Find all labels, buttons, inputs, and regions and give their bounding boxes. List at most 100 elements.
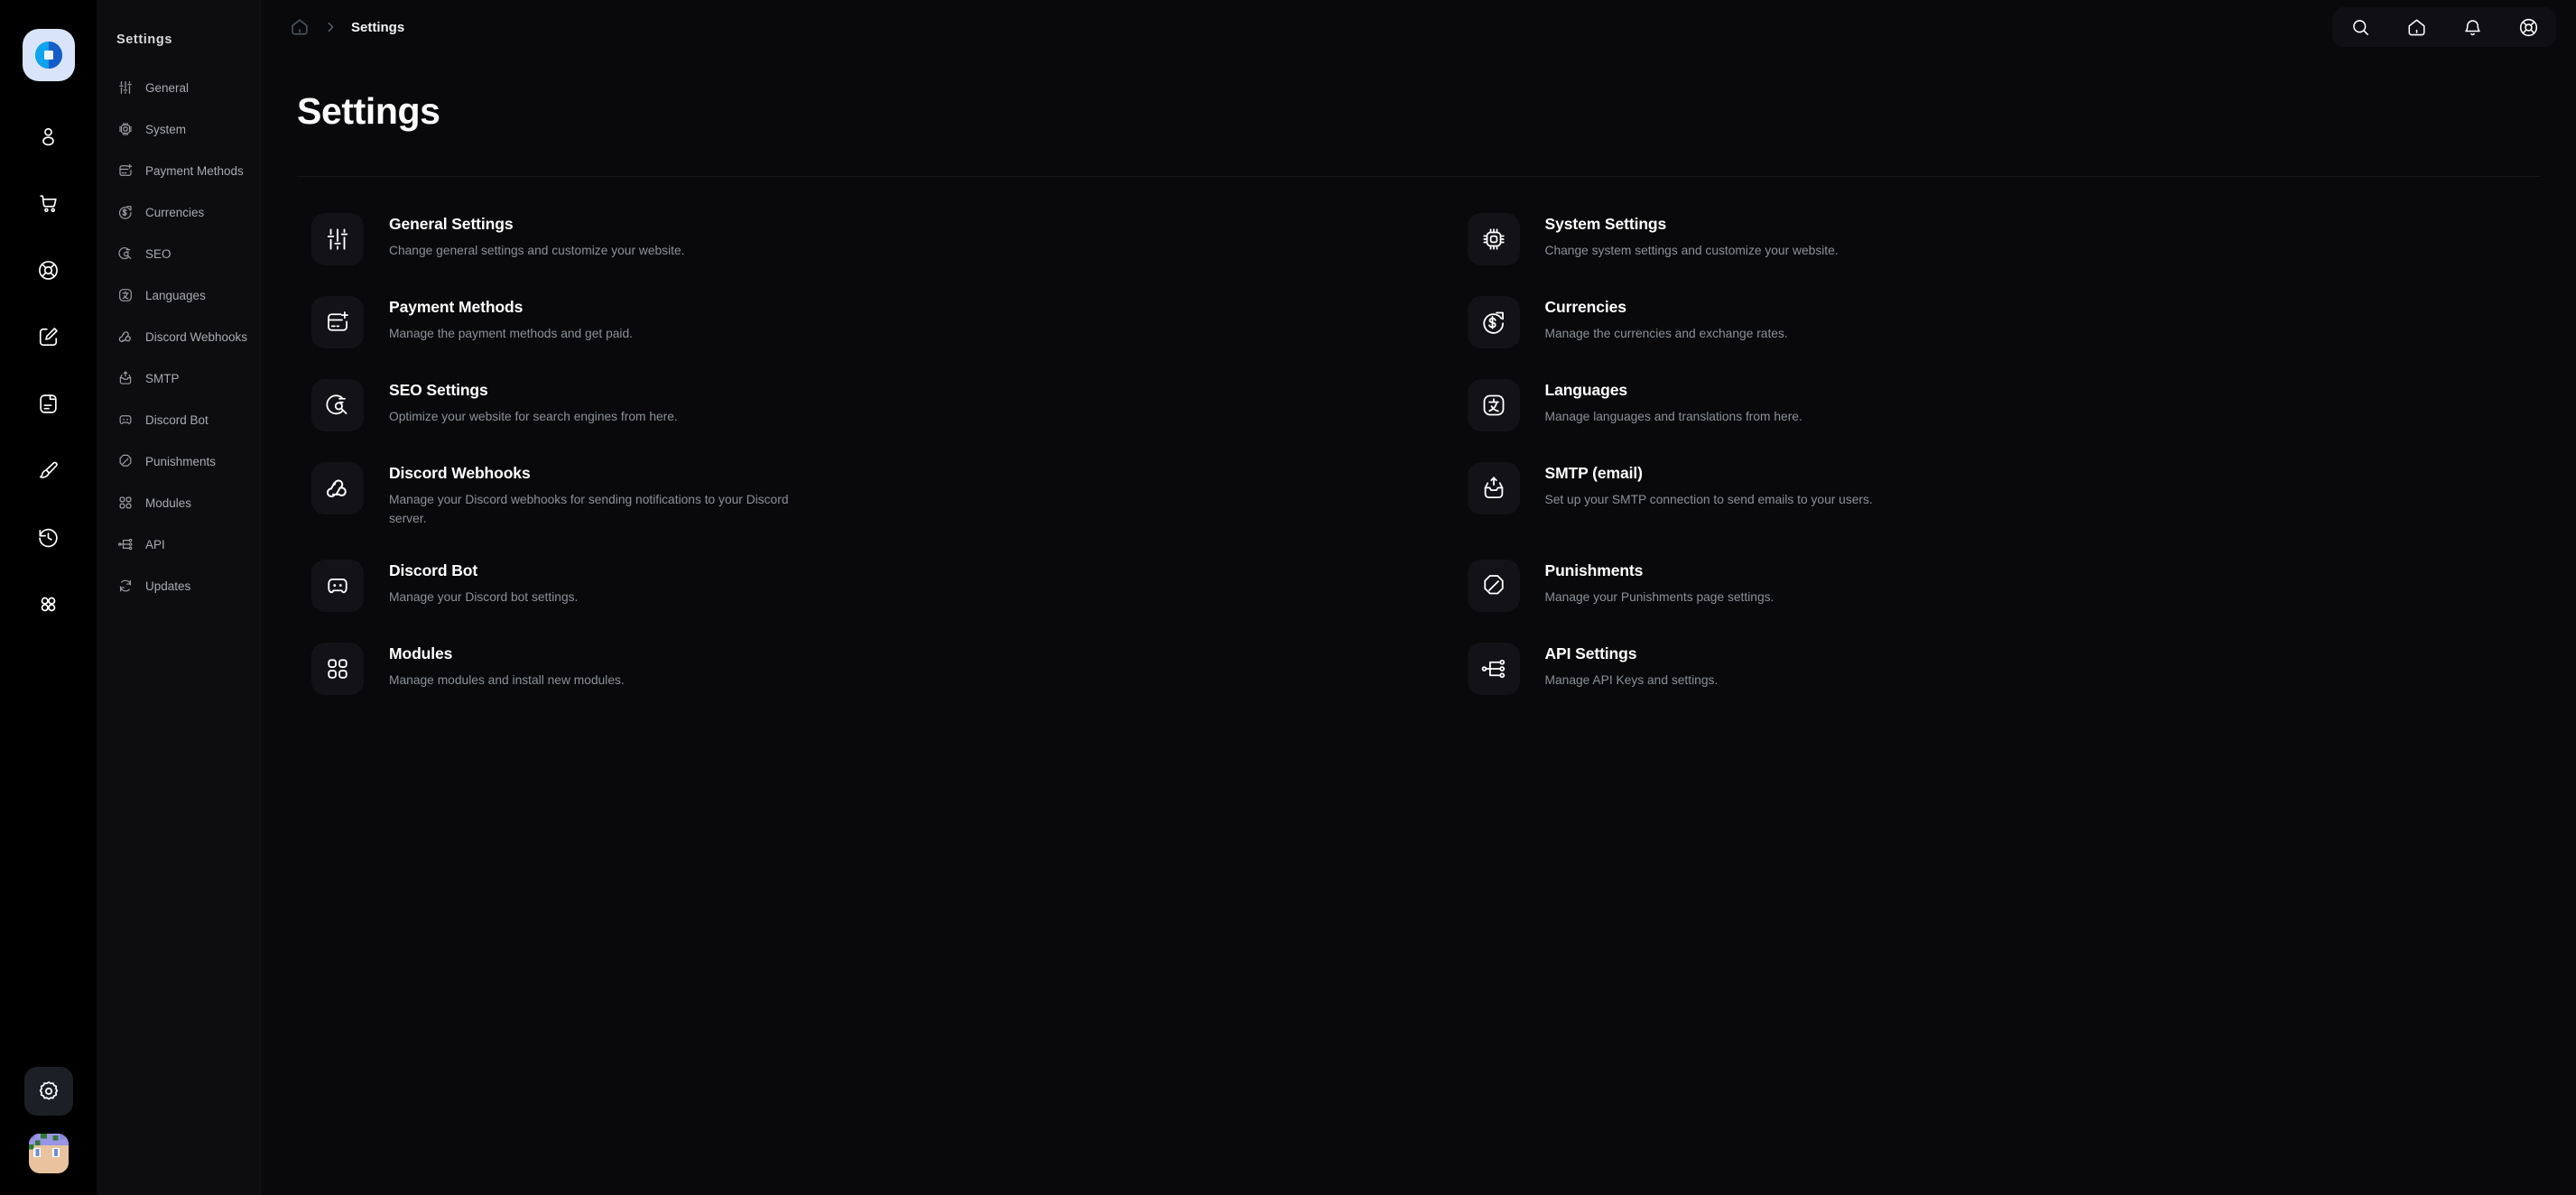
app-logo[interactable]	[22, 29, 75, 81]
sidebar-item-label: Payment Methods	[145, 163, 244, 178]
discord-bot-icon	[311, 559, 364, 612]
card-title: Discord Webhooks	[389, 464, 531, 482]
card-body: General Settings Change general settings…	[389, 211, 684, 261]
card-discord-webhooks[interactable]: Discord Webhooks Manage your Discord web…	[299, 446, 1374, 543]
card-general-settings[interactable]: General Settings Change general settings…	[299, 197, 1374, 280]
rail-item-history[interactable]	[24, 513, 73, 561]
webhook-icon	[116, 329, 134, 346]
sidebar-item-system[interactable]: System	[97, 108, 260, 150]
sidebar-item-discord-bot[interactable]: Discord Bot	[97, 399, 260, 440]
sidebar-item-discord-webhooks[interactable]: Discord Webhooks	[97, 316, 260, 357]
card-api-settings[interactable]: API Settings Manage API Keys and setting…	[1455, 626, 2530, 709]
rail-item-settings[interactable]	[23, 1067, 73, 1116]
card-smtp[interactable]: SMTP (email) Set up your SMTP connection…	[1455, 446, 2530, 543]
rail-item-pages[interactable]	[24, 379, 73, 428]
sidebar-item-seo[interactable]: SEO	[97, 233, 260, 274]
rail-bottom	[0, 1067, 97, 1173]
seo-search-icon	[116, 245, 134, 263]
card-modules[interactable]: Modules Manage modules and install new m…	[299, 626, 1374, 709]
card-description: Manage your Discord bot settings.	[389, 589, 579, 604]
rail-items	[24, 112, 73, 628]
discord-bot-icon	[116, 412, 134, 429]
breadcrumb: Settings	[290, 17, 404, 37]
search-icon[interactable]	[2349, 15, 2372, 39]
rail-item-editor[interactable]	[24, 312, 73, 361]
sidebar-item-payment-methods[interactable]: Payment Methods	[97, 150, 260, 191]
card-description: Manage your Discord webhooks for sending…	[389, 493, 789, 525]
settings-card-grid: General Settings Change general settings…	[261, 177, 2576, 709]
home-icon[interactable]	[2405, 15, 2428, 39]
breadcrumb-current[interactable]: Settings	[351, 20, 404, 35]
avatar[interactable]	[28, 1134, 69, 1173]
sidebar-item-punishments[interactable]: Punishments	[97, 440, 260, 482]
history-clock-icon	[37, 526, 60, 549]
seo-search-icon	[311, 379, 364, 431]
sidebar-item-smtp[interactable]: SMTP	[97, 357, 260, 399]
card-title: Discord Bot	[389, 560, 478, 579]
bell-icon[interactable]	[2460, 15, 2484, 39]
sidebar-item-label: SEO	[145, 246, 171, 261]
sidebar-item-api[interactable]: API	[97, 523, 260, 565]
card-plus-icon	[311, 296, 364, 348]
sidebar-item-label: Punishments	[145, 454, 217, 468]
home-icon[interactable]	[290, 17, 310, 37]
sidebar-item-label: API	[145, 537, 165, 551]
card-seo-settings[interactable]: SEO Settings Optimize your website for s…	[299, 363, 1374, 446]
sidebar-item-modules[interactable]: Modules	[97, 482, 260, 523]
card-languages[interactable]: Languages Manage languages and translati…	[1455, 363, 2530, 446]
card-body: Payment Methods Manage the payment metho…	[389, 294, 633, 344]
dollar-trend-icon	[1467, 296, 1520, 348]
card-payment-methods[interactable]: Payment Methods Manage the payment metho…	[299, 280, 1374, 363]
language-icon	[1467, 379, 1520, 431]
card-body: Languages Manage languages and translati…	[1545, 377, 1802, 427]
sliders-icon	[116, 79, 134, 97]
card-punishments[interactable]: Punishments Manage your Punishments page…	[1455, 543, 2530, 626]
sidebar-item-label: System	[145, 122, 187, 136]
sidebar-item-currencies[interactable]: Currencies	[97, 191, 260, 233]
card-description: Manage languages and translations from h…	[1544, 410, 1802, 423]
card-description: Manage the currencies and exchange rates…	[1544, 327, 1788, 340]
card-title: Payment Methods	[389, 298, 524, 316]
card-system-settings[interactable]: System Settings Change system settings a…	[1455, 197, 2530, 280]
rail-item-apps[interactable]	[24, 579, 73, 628]
cpu-chip-icon	[116, 121, 134, 138]
rail-item-support[interactable]	[24, 245, 73, 294]
lifebuoy-icon[interactable]	[2516, 15, 2540, 39]
card-title: System Settings	[1544, 215, 1667, 233]
dollar-trend-icon	[116, 204, 134, 221]
rail-item-user[interactable]	[24, 112, 73, 161]
sidebar-item-label: Discord Bot	[145, 412, 208, 427]
card-title: Modules	[389, 644, 453, 662]
rail-item-appearance[interactable]	[24, 446, 73, 495]
card-title: API Settings	[1544, 644, 1637, 662]
edit-pencil-icon	[37, 326, 60, 348]
page-title: Settings	[297, 90, 440, 132]
card-body: Discord Bot Manage your Discord bot sett…	[389, 558, 578, 607]
cpu-chip-icon	[1467, 213, 1520, 265]
outbox-icon	[116, 370, 134, 387]
card-description: Manage your Punishments page settings.	[1544, 589, 1774, 604]
card-title: General Settings	[389, 215, 514, 233]
rail-item-store[interactable]	[24, 179, 73, 227]
grid-apps-icon	[37, 593, 60, 616]
ban-icon	[116, 453, 134, 470]
sidebar-item-label: General	[145, 80, 190, 95]
sidebar-item-general[interactable]: General	[97, 67, 260, 108]
card-discord-bot[interactable]: Discord Bot Manage your Discord bot sett…	[299, 543, 1374, 626]
card-description: Manage API Keys and settings.	[1544, 672, 1719, 687]
modules-grid-icon	[116, 495, 134, 512]
card-currencies[interactable]: Currencies Manage the currencies and exc…	[1455, 280, 2530, 363]
card-body: Currencies Manage the currencies and exc…	[1545, 294, 1788, 344]
sidebar-item-languages[interactable]: Languages	[97, 274, 260, 316]
shopping-cart-icon	[37, 192, 60, 215]
sidebar-item-label: Languages	[145, 288, 206, 302]
sidebar-list: General System Payment Methods Currencie…	[97, 67, 260, 607]
sidebar-item-updates[interactable]: Updates	[97, 565, 260, 607]
sidebar-item-label: Currencies	[145, 205, 205, 219]
api-nodes-icon	[116, 536, 134, 553]
sidebar-title: Settings	[116, 32, 172, 47]
outbox-icon	[1467, 462, 1520, 514]
card-description: Manage modules and install new modules.	[389, 672, 625, 687]
topbar: Settings	[261, 0, 2576, 54]
api-nodes-icon	[1467, 642, 1520, 695]
